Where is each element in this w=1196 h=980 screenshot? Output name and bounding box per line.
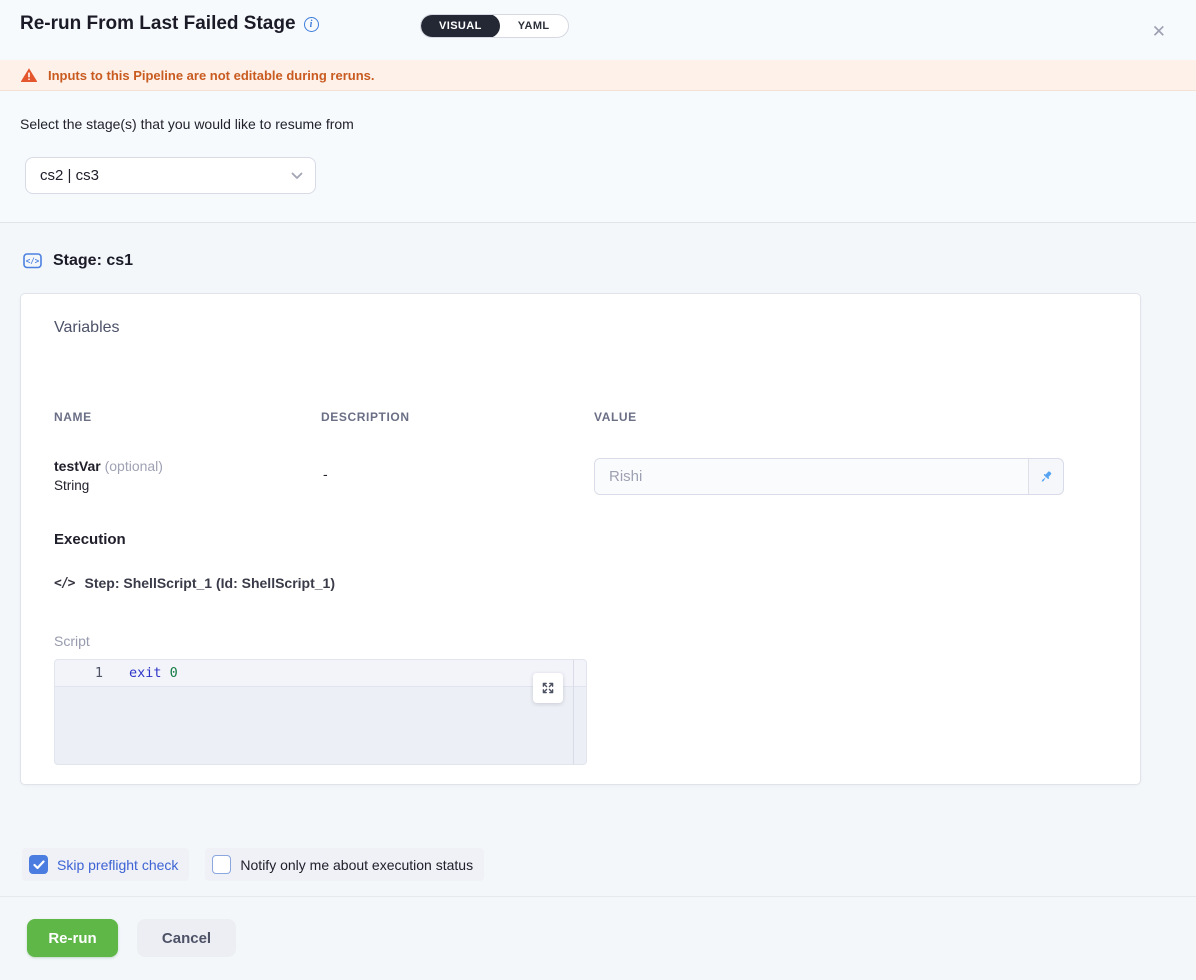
tab-yaml[interactable]: YAML	[500, 14, 568, 38]
code-number: 0	[170, 665, 178, 681]
variable-value-input[interactable]	[595, 459, 1029, 494]
variable-type: String	[54, 478, 89, 493]
column-header-value: VALUE	[594, 410, 637, 424]
execution-title: Execution	[54, 531, 126, 548]
code-keyword: exit	[129, 665, 162, 681]
page-title: Re-run From Last Failed Stage	[20, 13, 296, 35]
stage-heading-label: Stage: cs1	[53, 252, 133, 270]
stage-heading: </> Stage: cs1	[22, 250, 133, 271]
checkbox-checked-icon[interactable]	[29, 855, 48, 874]
page-title-row: Re-run From Last Failed Stage i	[20, 13, 319, 35]
visual-yaml-toggle: VISUAL YAML	[420, 14, 569, 38]
column-header-name: NAME	[54, 410, 92, 424]
chevron-down-icon	[291, 172, 303, 180]
section-divider	[0, 222, 1196, 223]
stage-select-label: Select the stage(s) that you would like …	[20, 116, 354, 132]
checkbox-unchecked-icon[interactable]	[212, 855, 231, 874]
skip-preflight-option[interactable]: Skip preflight check	[22, 848, 189, 881]
script-label: Script	[54, 633, 90, 649]
stage-select-value: cs2 | cs3	[40, 167, 99, 184]
notify-me-option[interactable]: Notify only me about execution status	[205, 848, 484, 881]
stage-select-dropdown[interactable]: cs2 | cs3	[25, 157, 316, 194]
warning-banner: Inputs to this Pipeline are not editable…	[0, 60, 1196, 91]
variable-description: -	[323, 466, 328, 482]
rerun-button[interactable]: Re-run	[27, 919, 118, 957]
code-step-icon: </>	[54, 576, 74, 591]
variables-title: Variables	[54, 319, 120, 337]
tab-visual[interactable]: VISUAL	[421, 14, 500, 38]
svg-text:</>: </>	[26, 257, 40, 266]
code-text: exit 0	[129, 665, 178, 681]
cancel-button[interactable]: Cancel	[137, 919, 236, 957]
warning-text: Inputs to this Pipeline are not editable…	[48, 68, 374, 83]
options-row: Skip preflight check Notify only me abou…	[22, 848, 484, 881]
warning-triangle-icon	[20, 67, 38, 83]
editor-current-line: 1 exit 0	[55, 660, 586, 687]
footer-divider	[0, 896, 1196, 897]
expand-fullscreen-icon[interactable]	[533, 673, 563, 703]
close-icon[interactable]: ✕	[1152, 22, 1166, 42]
variable-name: testVar	[54, 458, 101, 474]
skip-preflight-label: Skip preflight check	[57, 857, 178, 873]
pin-icon[interactable]	[1029, 459, 1063, 494]
notify-me-label: Notify only me about execution status	[240, 857, 473, 873]
info-icon[interactable]: i	[304, 17, 319, 32]
step-label: Step: ShellScript_1 (Id: ShellScript_1)	[84, 575, 335, 591]
editor-scroll-guide	[573, 660, 574, 764]
script-code-editor[interactable]: 1 exit 0	[54, 659, 587, 765]
custom-stage-icon: </>	[22, 250, 43, 271]
rerun-modal: Re-run From Last Failed Stage i VISUAL Y…	[0, 0, 1196, 980]
step-row: </> Step: ShellScript_1 (Id: ShellScript…	[54, 575, 335, 591]
variable-name-cell: testVar (optional)	[54, 458, 163, 474]
variable-value-control	[594, 458, 1064, 495]
line-number: 1	[55, 665, 103, 681]
column-header-description: DESCRIPTION	[321, 410, 410, 424]
stage-form-card: Variables NAME DESCRIPTION VALUE testVar…	[20, 293, 1141, 785]
variable-optional-tag: (optional)	[105, 458, 163, 474]
